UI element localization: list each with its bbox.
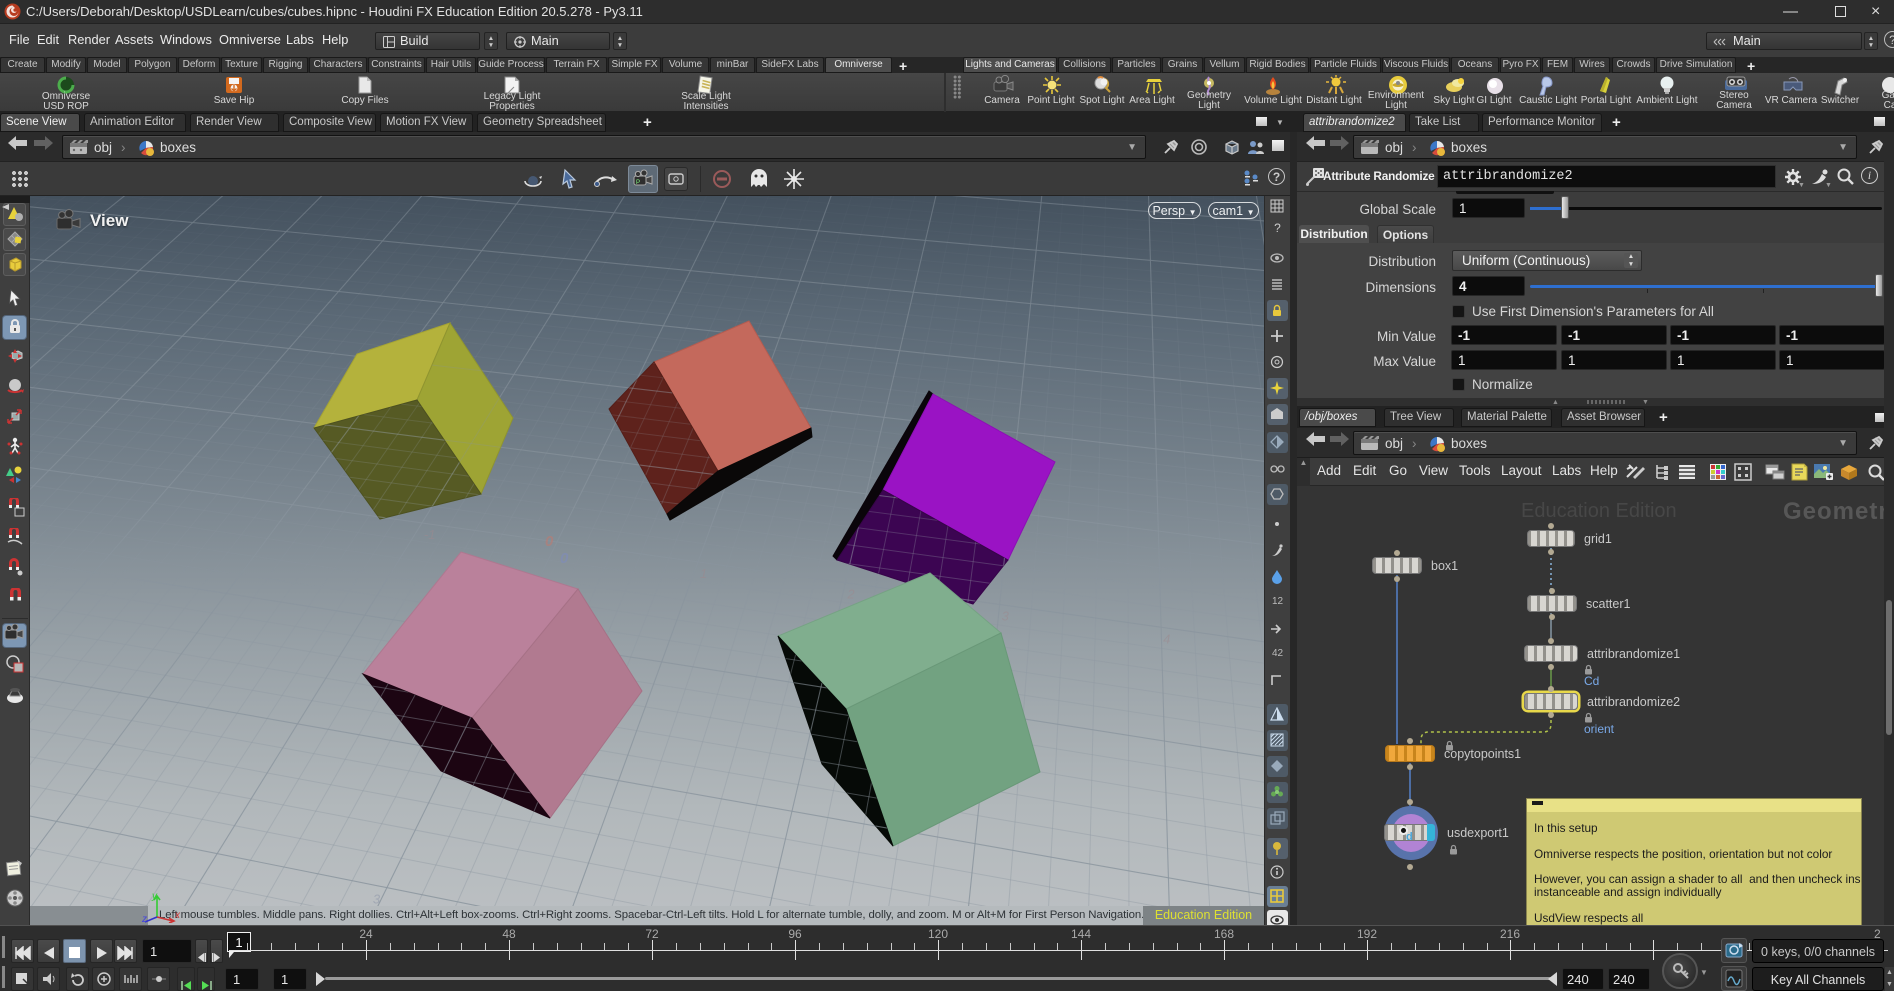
svg-text:-1: -1 bbox=[424, 527, 436, 542]
svg-text:4: 4 bbox=[1163, 631, 1170, 646]
svg-text:1: 1 bbox=[700, 566, 707, 581]
svg-text:P: P bbox=[636, 180, 640, 186]
svg-text:y: y bbox=[151, 891, 158, 902]
svg-text:3: 3 bbox=[1002, 609, 1010, 624]
svg-text:0: 0 bbox=[545, 533, 554, 550]
svg-text:z: z bbox=[141, 914, 147, 923]
svg-text:3: 3 bbox=[373, 892, 381, 907]
svg-text:x: x bbox=[174, 910, 181, 921]
svg-text:2: 2 bbox=[846, 587, 855, 602]
svg-text:0: 0 bbox=[560, 550, 569, 567]
